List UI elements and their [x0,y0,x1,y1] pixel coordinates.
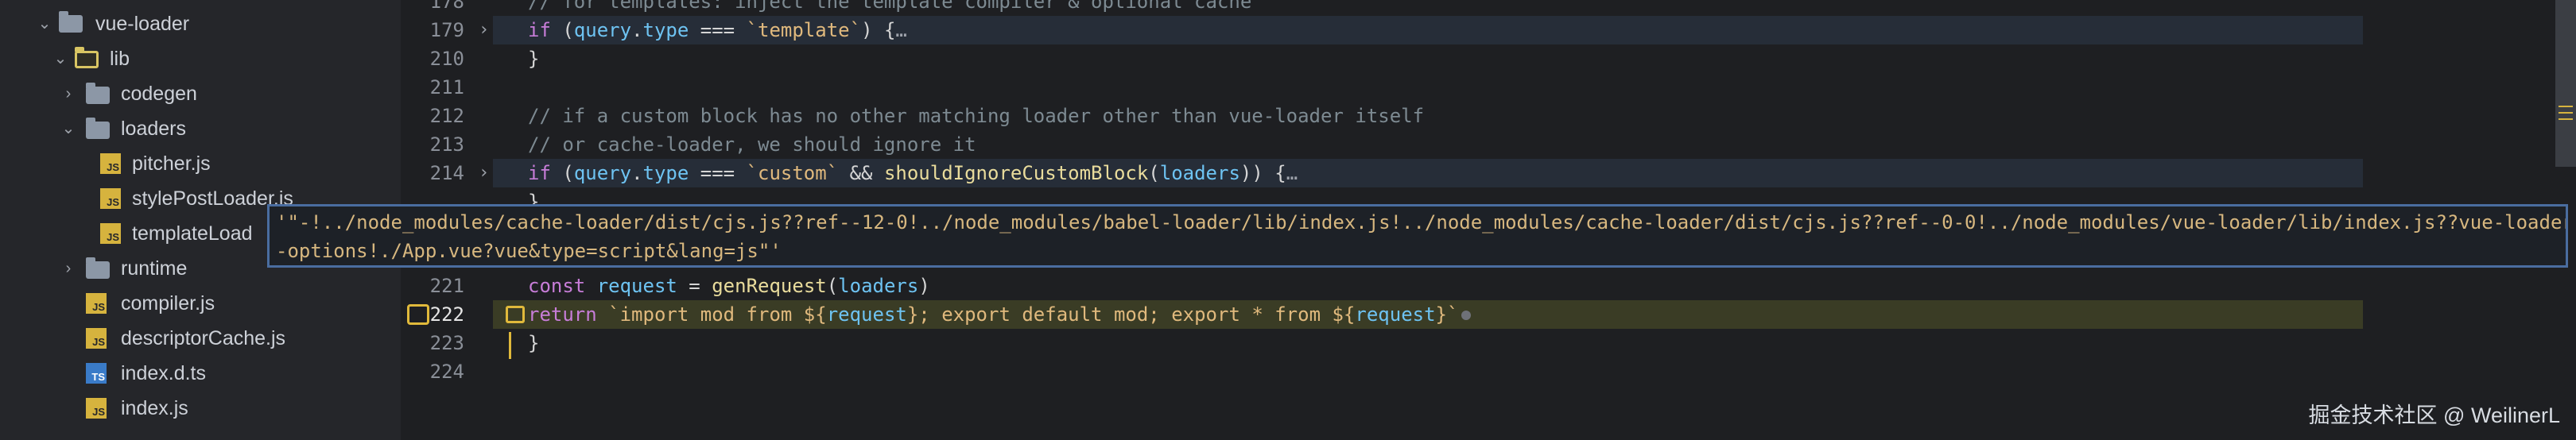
minimap-marks [2559,106,2573,120]
line-number: 212 [429,105,464,127]
code-line: if (query.type === `template`) {… [528,19,907,41]
tree-item-pitcher-js[interactable]: JS pitcher.js [0,146,401,181]
tree-item-descriptorcache-js[interactable]: JS descriptorCache.js [0,321,401,356]
breakpoint-icon[interactable] [407,304,429,325]
folder-icon [86,83,110,104]
tree-item-label: templateLoad [132,222,253,245]
line-number: 179 [429,19,464,41]
js-file-icon: JS [86,398,107,419]
line-number: 214 [429,162,464,184]
tooltip-line: '"-!../node_modules/cache-loader/dist/cj… [276,211,2568,234]
tree-item-vue-loader[interactable]: ⌄ vue-loader [0,6,401,41]
line-number: 211 [429,76,464,98]
ts-file-icon: TS [86,363,107,384]
line-number: 223 [429,332,464,354]
tooltip-line: -options!./App.vue?vue&type=script&lang=… [276,240,782,262]
folder-icon [59,11,83,33]
watermark: 掘金技术社区 @ WeilinerL [2308,403,2560,427]
tree-item-compiler-js[interactable]: JS compiler.js [0,286,401,321]
line-number: 210 [429,48,464,70]
vertical-scrollbar[interactable] [2555,0,2576,167]
code-line: if (query.type === `custom` && shouldIgn… [528,162,1298,184]
tree-item-loaders[interactable]: ⌄ loaders [0,111,401,146]
js-file-icon: JS [86,328,107,349]
code-line: const request = genRequest(loaders) [528,275,930,297]
tree-item-label: index.js [121,397,188,419]
tree-item-codegen[interactable]: › codegen [0,76,401,111]
code-line: // for templates: inject the template co… [528,0,1252,13]
tree-item-label: runtime [121,257,188,280]
chevron-right-icon[interactable]: › [60,86,76,102]
text-cursor [509,332,511,359]
js-file-icon: JS [100,153,121,174]
code-line: } [528,48,540,70]
tree-item-label: lib [110,48,130,70]
line-number: 221 [429,275,464,297]
chevron-down-icon[interactable]: ⌄ [52,51,68,67]
code-line: } [528,332,540,354]
js-file-icon: JS [86,293,107,314]
folder-icon [86,118,110,139]
line-number: 224 [429,361,464,383]
js-file-icon: JS [100,223,121,244]
code-line: // if a custom block has no other matchi… [528,105,1425,127]
tree-item-index-d-ts[interactable]: TS index.d.ts [0,356,401,391]
code-line: // or cache-loader, we should ignore it [528,133,976,156]
line-number: 178 [429,0,464,13]
tree-item-lib[interactable]: ⌄ lib [0,41,401,76]
tree-item-label: loaders [121,118,186,140]
tree-item-label: compiler.js [121,292,215,315]
tree-item-label: descriptorCache.js [121,327,286,349]
js-file-icon: JS [100,188,121,209]
chevron-down-icon[interactable]: ⌄ [60,121,76,137]
folder-open-icon [75,47,99,68]
tree-item-label: index.d.ts [121,362,207,384]
inline-breakpoint-icon[interactable] [506,306,525,323]
debug-hover-tooltip: '"-!../node_modules/cache-loader/dist/cj… [267,204,2568,268]
line-number: 213 [429,133,464,156]
fold-chevron-icon[interactable]: › [479,16,491,44]
tree-item-label: pitcher.js [132,152,211,175]
code-line: return `import mod from ${request}; expo… [528,300,1472,329]
chevron-down-icon[interactable]: ⌄ [37,16,52,32]
chevron-right-icon[interactable]: › [60,261,76,276]
tree-item-label: codegen [121,83,197,105]
tree-item-index-js[interactable]: JS index.js [0,391,401,426]
fold-chevron-icon[interactable]: › [479,159,491,187]
tree-item-label: vue-loader [95,13,190,35]
folder-icon [86,257,110,279]
